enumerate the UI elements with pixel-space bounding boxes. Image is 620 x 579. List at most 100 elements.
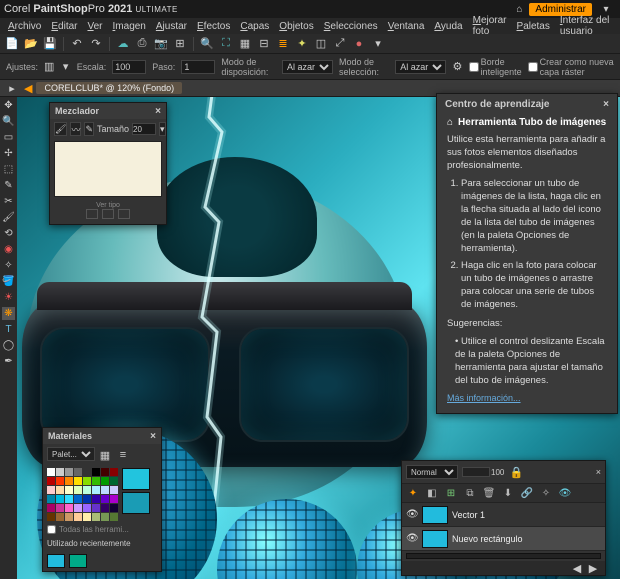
scale-input[interactable]: [112, 60, 146, 74]
menu-item[interactable]: Ajustar: [151, 20, 192, 33]
menu-item[interactable]: Paletas: [512, 20, 555, 33]
more-info-link[interactable]: Más información...: [447, 392, 521, 404]
close-icon[interactable]: ×: [155, 106, 161, 117]
lock-icon[interactable]: 🔒: [508, 464, 524, 480]
menu-item[interactable]: Archivo: [3, 20, 46, 33]
color-swatch[interactable]: [101, 468, 109, 476]
lighten-tool-icon[interactable]: ☀: [2, 291, 15, 304]
document-tab[interactable]: CORELCLUB* @ 120% (Fondo): [36, 82, 182, 94]
color-swatch[interactable]: [74, 504, 82, 512]
materials-grid-icon[interactable]: ▦: [97, 447, 113, 463]
materials-header[interactable]: Materiales×: [43, 428, 161, 444]
record-icon[interactable]: ●: [351, 36, 367, 52]
layers-icon[interactable]: ≣: [275, 36, 291, 52]
mixer-swatch[interactable]: [118, 209, 130, 219]
color-swatch[interactable]: [110, 486, 118, 494]
mixer-brush-icon[interactable]: 🖌: [54, 122, 67, 136]
pick-tool-icon[interactable]: ▭: [2, 131, 15, 144]
merge-icon[interactable]: ⬇: [501, 486, 515, 500]
color-swatch[interactable]: [92, 495, 100, 503]
crop-tool-icon[interactable]: ✂: [2, 195, 15, 208]
color-swatch[interactable]: [92, 513, 100, 521]
link-icon[interactable]: 🔗: [520, 486, 534, 500]
color-swatch[interactable]: [92, 477, 100, 485]
save-icon[interactable]: 💾: [42, 36, 58, 52]
color-swatch[interactable]: [101, 504, 109, 512]
all-tools-checkbox[interactable]: [47, 525, 56, 534]
opacity-slider[interactable]: [462, 467, 490, 477]
redo-icon[interactable]: ↷: [88, 36, 104, 52]
preset-dd-icon[interactable]: ▾: [60, 59, 70, 75]
color-swatch[interactable]: [110, 468, 118, 476]
color-swatch[interactable]: [74, 495, 82, 503]
close-icon[interactable]: ×: [596, 467, 601, 477]
color-swatch[interactable]: [47, 513, 55, 521]
new-layer-checkbox[interactable]: Crear como nueva capa ráster: [528, 57, 614, 77]
color-swatch[interactable]: [65, 468, 73, 476]
color-swatch[interactable]: [65, 477, 73, 485]
undo-icon[interactable]: ↶: [69, 36, 85, 52]
resize-icon[interactable]: ⤢: [332, 36, 348, 52]
menu-item[interactable]: Ayuda: [429, 20, 467, 33]
recent-swatch[interactable]: [47, 554, 65, 568]
pen-tool-icon[interactable]: ✒: [2, 355, 15, 368]
layer-scrollbar[interactable]: [406, 553, 601, 559]
color-swatch[interactable]: [56, 486, 64, 494]
home-icon[interactable]: ⌂: [512, 2, 526, 16]
mixer-menu-icon[interactable]: ▾: [159, 122, 166, 136]
layer-row[interactable]: 👁Nuevo rectángulo: [402, 527, 605, 551]
open-icon[interactable]: 📂: [23, 36, 39, 52]
color-swatch[interactable]: [47, 495, 55, 503]
foreground-swatch[interactable]: [122, 468, 150, 490]
layer-prev-icon[interactable]: ◀: [569, 560, 585, 576]
view-icon[interactable]: 👁: [558, 486, 572, 500]
color-swatch[interactable]: [92, 468, 100, 476]
new-layer-icon[interactable]: ✦: [406, 486, 420, 500]
clone-tool-icon[interactable]: ⟲: [2, 227, 15, 240]
menu-item[interactable]: Mejorar foto: [468, 14, 512, 38]
background-swatch[interactable]: [122, 492, 150, 514]
color-swatch[interactable]: [65, 495, 73, 503]
crop-icon[interactable]: ◫: [313, 36, 329, 52]
connect-icon[interactable]: ☁: [115, 36, 131, 52]
makeup-tool-icon[interactable]: ✧: [2, 259, 15, 272]
color-swatch[interactable]: [110, 513, 118, 521]
color-swatch[interactable]: [110, 504, 118, 512]
mixer-eyedrop-icon[interactable]: ✎: [84, 122, 94, 136]
shape-tool-icon[interactable]: ◯: [2, 339, 15, 352]
color-swatch[interactable]: [65, 486, 73, 494]
scan-icon[interactable]: ⊞: [172, 36, 188, 52]
fill-tool-icon[interactable]: 🪣: [2, 275, 15, 288]
color-swatch[interactable]: [47, 486, 55, 494]
color-swatch[interactable]: [83, 486, 91, 494]
preset-icon[interactable]: ▥: [44, 59, 54, 75]
back-icon[interactable]: ◀: [24, 82, 32, 95]
color-swatch[interactable]: [110, 495, 118, 503]
duplicate-icon[interactable]: ⧉: [463, 486, 477, 500]
color-swatch[interactable]: [74, 468, 82, 476]
color-swatch[interactable]: [83, 468, 91, 476]
mixer-size-input[interactable]: [132, 123, 156, 135]
grid-icon[interactable]: ▦: [237, 36, 253, 52]
text-tool-icon[interactable]: T: [2, 323, 15, 336]
new-group-icon[interactable]: ⊞: [444, 486, 458, 500]
sel-mode-select[interactable]: Al azar: [395, 60, 446, 74]
close-icon[interactable]: ×: [603, 99, 609, 110]
color-swatch[interactable]: [83, 495, 91, 503]
mixer-preview[interactable]: [54, 141, 162, 197]
color-swatch[interactable]: [47, 504, 55, 512]
menu-item[interactable]: Editar: [46, 20, 82, 33]
layer-row[interactable]: 👁Vector 1: [402, 503, 605, 527]
materials-list-icon[interactable]: ≡: [115, 447, 131, 463]
redeye-tool-icon[interactable]: ◉: [2, 243, 15, 256]
color-swatch[interactable]: [110, 477, 118, 485]
color-swatch[interactable]: [83, 513, 91, 521]
delete-layer-icon[interactable]: 🗑: [482, 486, 496, 500]
close-icon[interactable]: ×: [150, 431, 156, 442]
color-swatch[interactable]: [56, 504, 64, 512]
learning-header[interactable]: Centro de aprendizaje×: [437, 94, 617, 115]
color-swatch[interactable]: [83, 477, 91, 485]
color-swatch[interactable]: [47, 477, 55, 485]
layer-next-icon[interactable]: ▶: [585, 560, 601, 576]
mixer-swatch[interactable]: [102, 209, 114, 219]
